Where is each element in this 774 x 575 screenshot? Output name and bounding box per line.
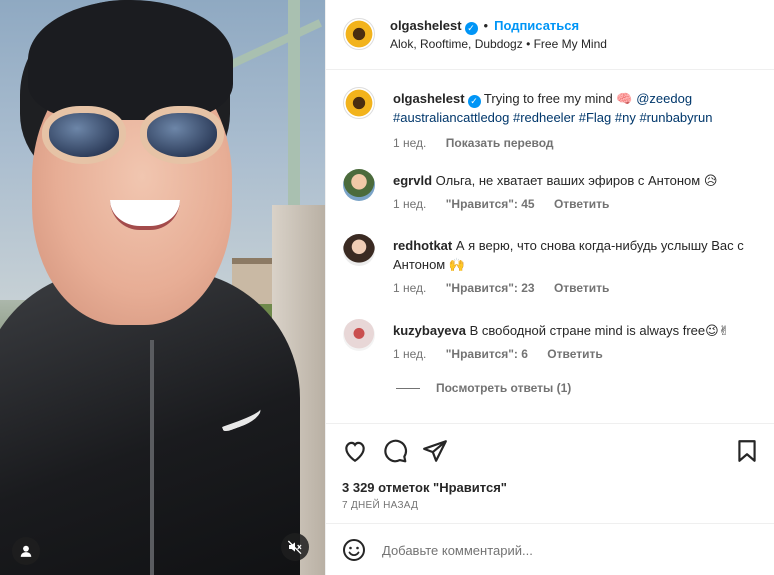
- author-username[interactable]: olgashelest: [390, 18, 462, 33]
- likes-count[interactable]: 3 329 отметок "Нравится": [342, 480, 507, 495]
- post-media-video[interactable]: [0, 0, 325, 575]
- caption-username[interactable]: olgashelest: [393, 91, 465, 106]
- reply-button[interactable]: Ответить: [554, 197, 609, 211]
- caption-time[interactable]: 1 нед.: [393, 136, 426, 150]
- comment-item: kuzybayeva В свободной стране mind is al…: [343, 319, 763, 369]
- comment-username[interactable]: kuzybayeva: [393, 323, 466, 338]
- comment-item: egrvld Ольга, не хватает ваших эфиров с …: [343, 169, 763, 219]
- share-icon[interactable]: [422, 438, 448, 464]
- heart-icon[interactable]: [342, 438, 368, 464]
- comment-likes[interactable]: "Нравится": 23: [446, 281, 535, 295]
- hashtags[interactable]: #australiancattledog #redheeler #Flag #n…: [393, 110, 712, 125]
- brain-emoji: 🧠: [616, 91, 633, 106]
- follow-button[interactable]: Подписаться: [494, 18, 579, 33]
- commenter-avatar[interactable]: [343, 169, 375, 201]
- muted-speaker-icon: [287, 540, 302, 555]
- comment-username[interactable]: redhotkat: [393, 238, 452, 253]
- mute-button[interactable]: [281, 533, 309, 561]
- audio-info[interactable]: Alok, Rooftime, Dubdogz • Free My Mind: [390, 37, 607, 51]
- caption: olgashelest ✓ Trying to free my mind 🧠 @z…: [343, 87, 763, 150]
- comment-item: redhotkat А я верю, что снова когда-нибу…: [343, 234, 763, 304]
- post-details-panel: olgashelest ✓ • Подписаться Alok, Rooftime,…: [325, 0, 774, 575]
- translate-button[interactable]: Показать перевод: [446, 136, 554, 150]
- tagged-users-button[interactable]: [12, 537, 40, 565]
- add-comment-bar: [326, 523, 774, 575]
- verified-badge-icon: ✓: [464, 22, 478, 35]
- verified-badge-icon: ✓: [467, 95, 481, 108]
- post-date[interactable]: 7 ДНЕЙ НАЗАД: [342, 500, 418, 511]
- author-avatar-small[interactable]: [343, 87, 375, 119]
- view-replies-button[interactable]: Посмотреть ответы (1): [396, 381, 571, 395]
- media-zip: [150, 340, 154, 575]
- comment-icon[interactable]: [382, 438, 408, 464]
- comment-text: В свободной стране mind is always free😉✌: [469, 323, 730, 338]
- post-actions: 3 329 отметок "Нравится" 7 ДНЕЙ НАЗАД: [326, 423, 774, 523]
- separator-dot: •: [483, 18, 489, 33]
- mention-link[interactable]: @zeedog: [636, 91, 692, 106]
- post-header: olgashelest ✓ • Подписаться Alok, Rooftime,…: [326, 0, 774, 70]
- author-avatar[interactable]: [343, 18, 375, 50]
- commenter-avatar[interactable]: [343, 319, 375, 351]
- comment-likes[interactable]: "Нравится": 6: [446, 347, 528, 361]
- bookmark-icon[interactable]: [734, 438, 760, 464]
- comment-input[interactable]: [382, 538, 742, 562]
- media-sunglasses: [42, 106, 227, 170]
- comment-time[interactable]: 1 нед.: [393, 347, 426, 361]
- commenter-avatar[interactable]: [343, 234, 375, 266]
- replies-divider: [396, 388, 420, 390]
- comments-list: olgashelest ✓ Trying to free my mind 🧠 @z…: [326, 71, 774, 423]
- media-cap: [28, 0, 233, 120]
- reply-button[interactable]: Ответить: [547, 347, 602, 361]
- comment-time[interactable]: 1 нед.: [393, 197, 426, 211]
- user-icon: [20, 545, 32, 557]
- reply-button[interactable]: Ответить: [554, 281, 609, 295]
- comment-likes[interactable]: "Нравится": 45: [446, 197, 535, 211]
- comment-text: Ольга, не хватает ваших эфиров с Антоном…: [435, 173, 718, 188]
- emoji-icon[interactable]: [342, 538, 366, 562]
- comment-username[interactable]: egrvld: [393, 173, 432, 188]
- view-replies-label: Посмотреть ответы (1): [436, 381, 572, 395]
- caption-text: Trying to free my mind: [483, 91, 613, 106]
- comment-time[interactable]: 1 нед.: [393, 281, 426, 295]
